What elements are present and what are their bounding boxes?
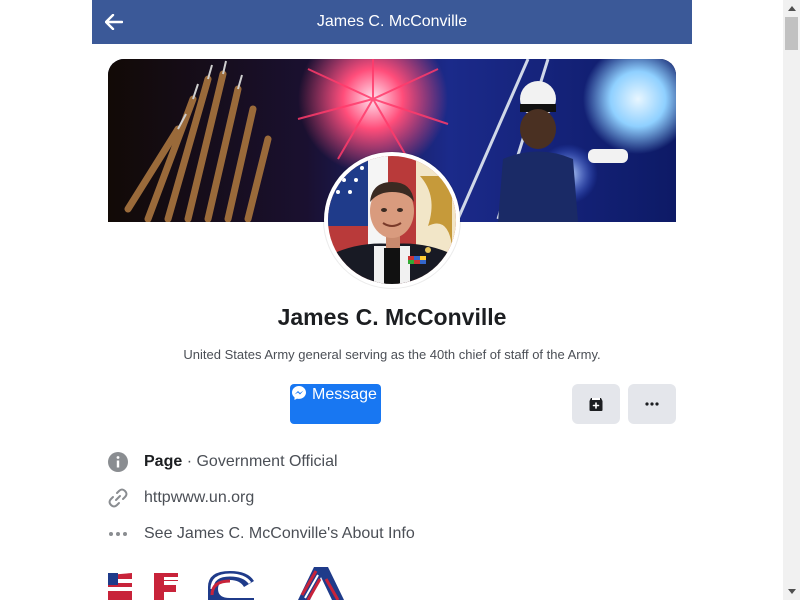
save-button[interactable]: [572, 384, 620, 424]
top-bar: James C. McConville: [92, 0, 692, 44]
back-button[interactable]: [100, 8, 128, 36]
messenger-icon: [291, 385, 307, 401]
website-link[interactable]: httpwww.un.org: [144, 489, 254, 507]
triangle-down-icon: [787, 589, 796, 594]
arrow-left-icon: [105, 14, 123, 30]
info-row-category: Page · Government Official: [106, 450, 338, 474]
category-label: Page: [144, 453, 183, 470]
photo-strip[interactable]: [108, 565, 368, 600]
about-link[interactable]: See James C. McConville's About Info: [144, 525, 415, 543]
scroll-down-button[interactable]: [783, 583, 800, 600]
info-row-website[interactable]: httpwww.un.org: [106, 486, 254, 510]
page-title: James C. McConville: [316, 13, 468, 30]
avatar-image: [328, 156, 456, 284]
triangle-up-icon: [787, 6, 796, 11]
more-options-button[interactable]: [628, 384, 676, 424]
scroll-up-button[interactable]: [783, 0, 800, 17]
info-icon: [106, 450, 130, 474]
message-label: Message: [312, 386, 377, 403]
page: James C. McConville James C. McConville …: [0, 0, 800, 600]
category-separator: ·: [182, 453, 197, 470]
more-icon: [645, 402, 659, 406]
profile-bio: United States Army general serving as th…: [183, 347, 601, 362]
ellipsis-icon: [106, 522, 130, 546]
profile-picture[interactable]: [324, 152, 460, 288]
photo-strip-image: [108, 567, 344, 600]
save-icon: [589, 398, 603, 411]
message-button[interactable]: Message: [290, 384, 381, 424]
link-icon: [106, 486, 130, 510]
scrollbar[interactable]: [783, 0, 800, 600]
profile-name: James C. McConville: [277, 304, 507, 330]
scrollbar-thumb[interactable]: [785, 17, 798, 50]
category-value: Government Official: [196, 453, 338, 470]
info-row-about[interactable]: See James C. McConville's About Info: [106, 522, 415, 546]
